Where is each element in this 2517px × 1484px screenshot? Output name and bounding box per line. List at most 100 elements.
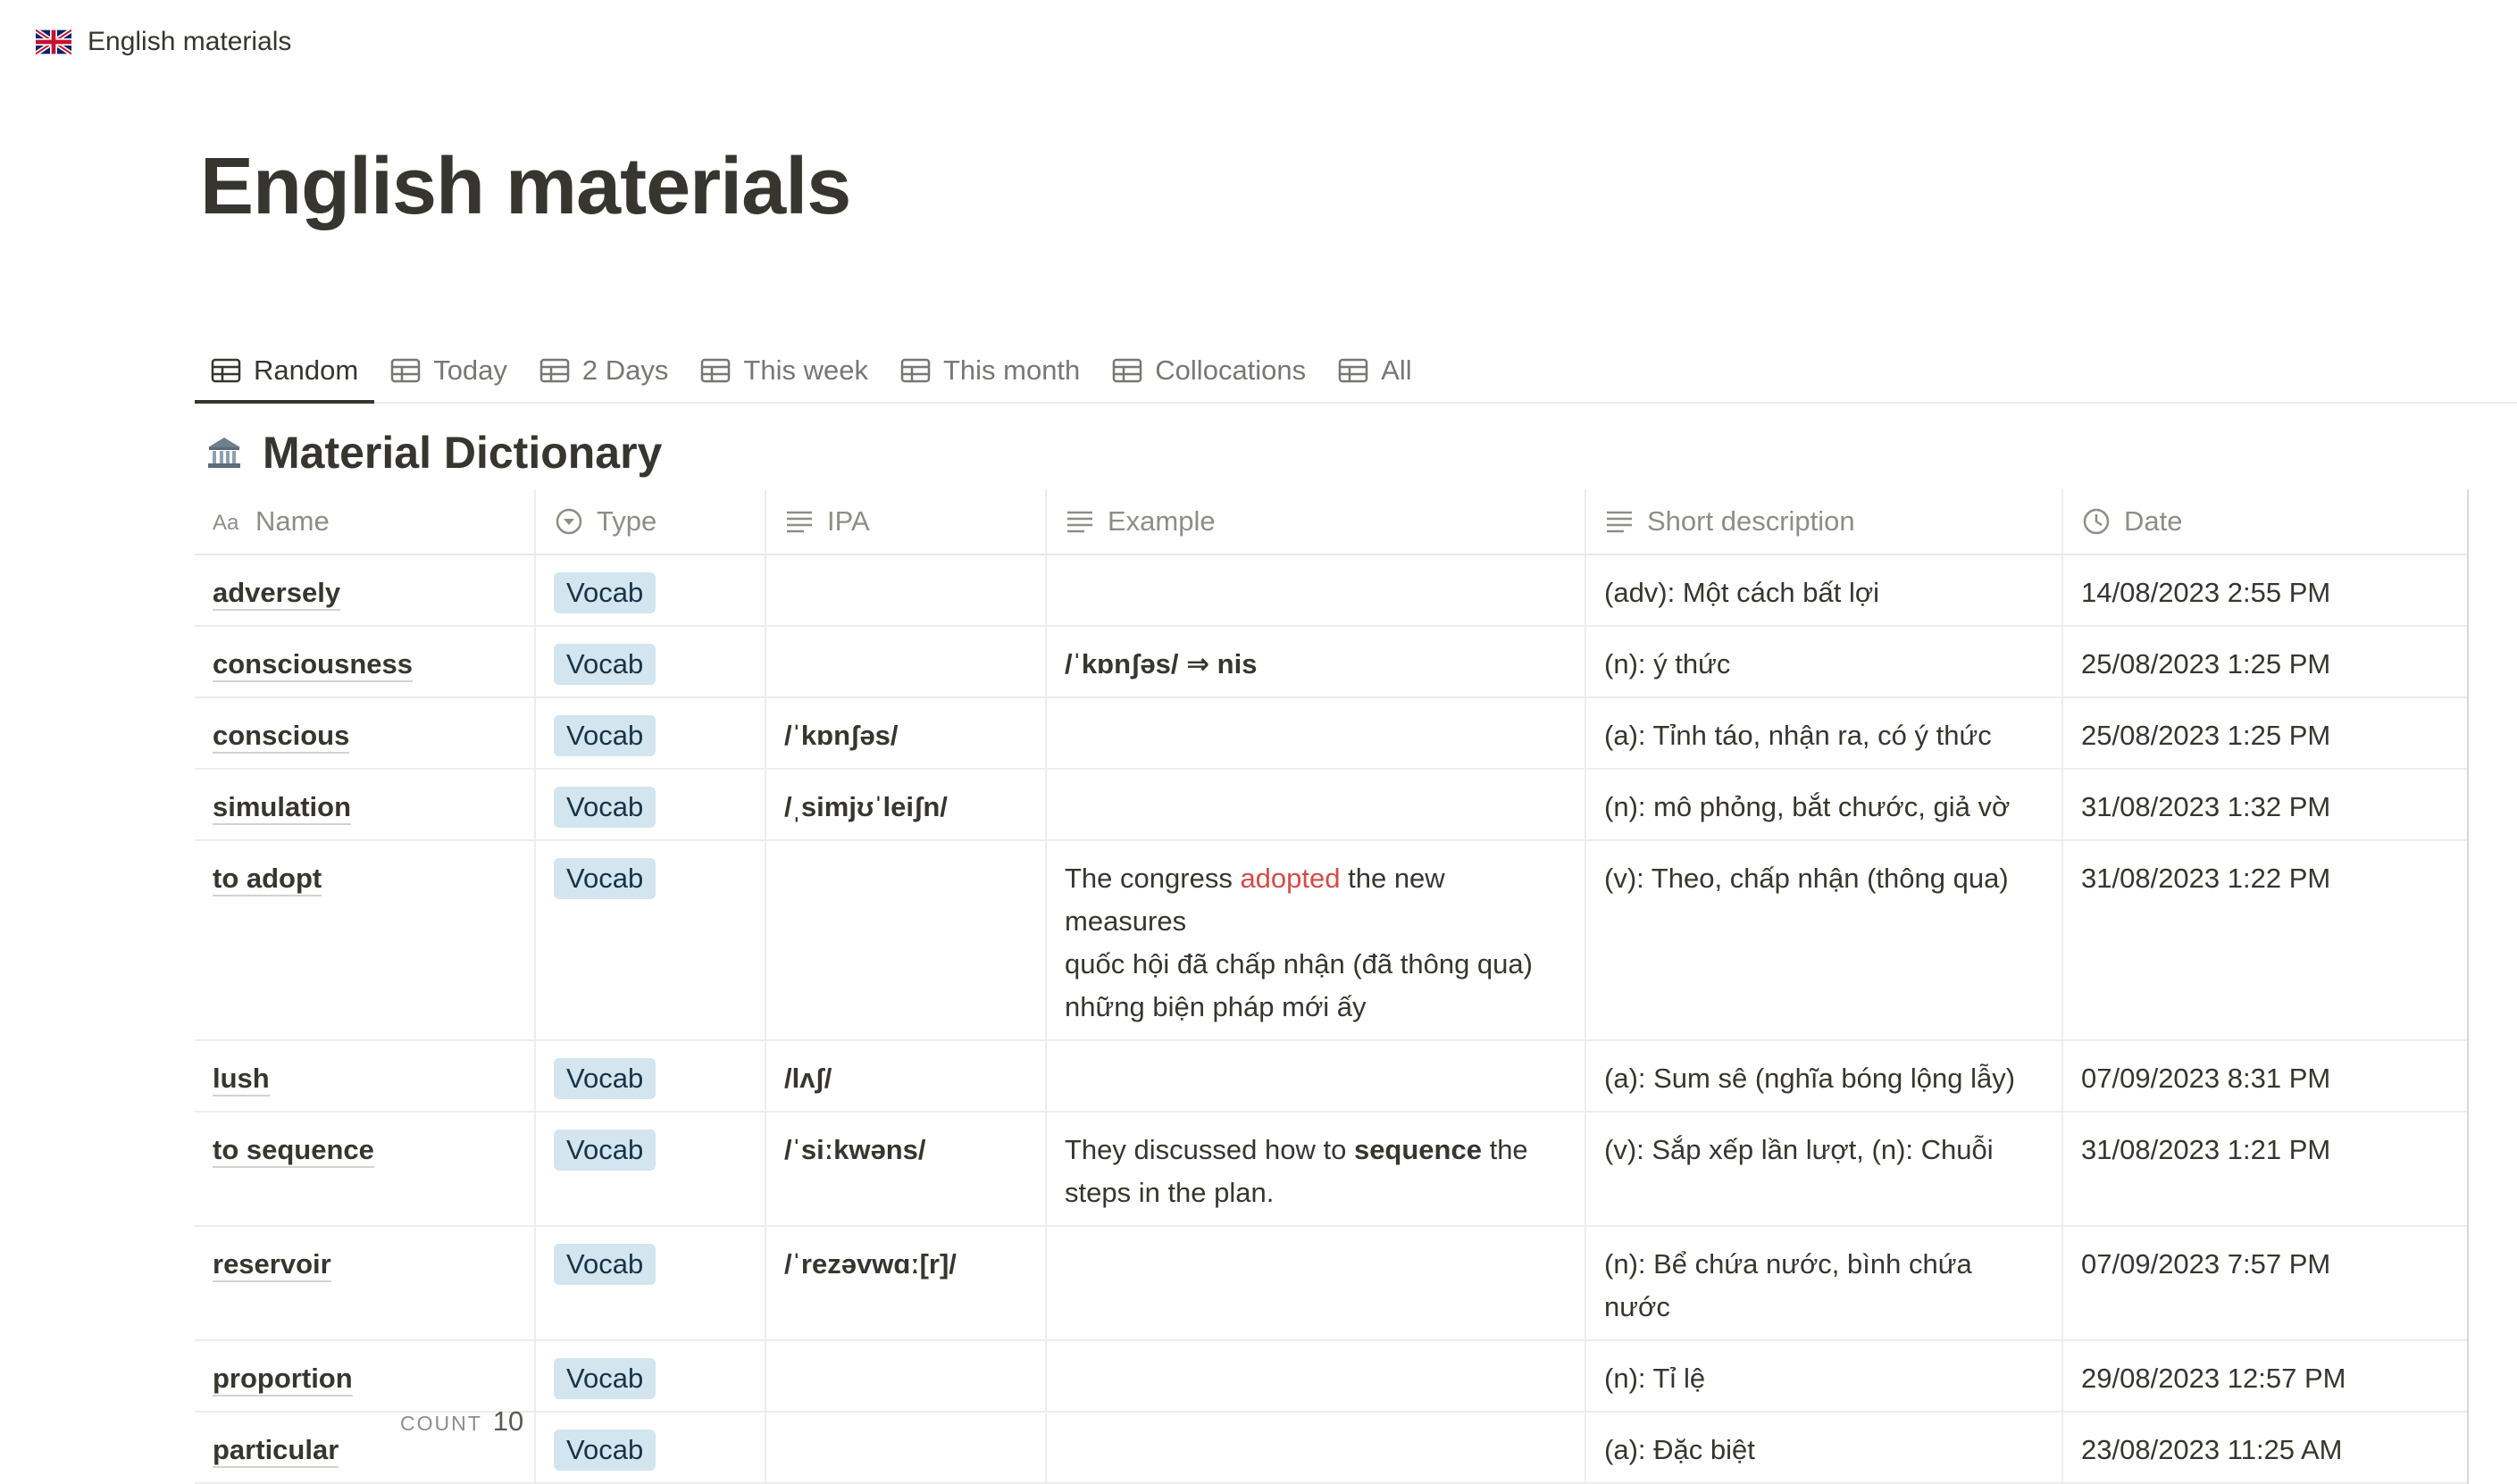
- cell-example[interactable]: [1045, 1041, 1585, 1111]
- cell-name[interactable]: simulation: [195, 770, 534, 839]
- cell-short-description[interactable]: (n): ý thức: [1585, 627, 2061, 696]
- cell-date[interactable]: 14/08/2023 2:55 PM: [2061, 555, 2467, 625]
- tab-today[interactable]: Today: [374, 339, 523, 402]
- tab-all[interactable]: All: [1322, 339, 1427, 402]
- cell-ipa[interactable]: [765, 555, 1045, 625]
- cell-date[interactable]: 31/08/2023 1:32 PM: [2061, 770, 2467, 839]
- cell-ipa[interactable]: /lʌʃ/: [765, 1041, 1045, 1111]
- database-name: Material Dictionary: [263, 428, 663, 478]
- cell-ipa[interactable]: /ˈsiːkwəns/: [765, 1113, 1045, 1225]
- cell-date[interactable]: 25/08/2023 1:25 PM: [2061, 698, 2467, 768]
- cell-example[interactable]: [1045, 698, 1585, 768]
- cell-ipa[interactable]: [765, 627, 1045, 696]
- cell-short-description[interactable]: (adv): Một cách bất lợi: [1585, 555, 2061, 625]
- cell-type[interactable]: Vocab: [534, 1413, 765, 1482]
- cell-date[interactable]: 31/08/2023 1:22 PM: [2061, 841, 2467, 1039]
- cell-example[interactable]: [1045, 555, 1585, 625]
- cell-type[interactable]: Vocab: [534, 627, 765, 696]
- table-row[interactable]: reservoir Vocab /ˈrezəvwɑː[r]/ (n): Bể c…: [195, 1227, 2467, 1341]
- type-badge: Vocab: [554, 1244, 656, 1285]
- table-row[interactable]: lush Vocab /lʌʃ/ (a): Sum sê (nghĩa bóng…: [195, 1041, 2467, 1113]
- row-title[interactable]: adversely: [213, 577, 341, 611]
- cell-name[interactable]: consciousness: [195, 627, 534, 696]
- cell-type[interactable]: Vocab: [534, 841, 765, 1039]
- table-row[interactable]: consciousness Vocab /ˈkɒnʃəs/ ⇒ nis (n):…: [195, 627, 2467, 698]
- tab-collocations[interactable]: Collocations: [1096, 339, 1322, 402]
- column-header-short-description[interactable]: Short description: [1585, 489, 2061, 554]
- cell-ipa[interactable]: /ˌsimjʊˈleiʃn/: [765, 770, 1045, 839]
- breadcrumb[interactable]: English materials: [36, 27, 291, 57]
- type-badge: Vocab: [554, 1430, 656, 1471]
- cell-short-description[interactable]: (n): Bể chứa nước, bình chứa nước: [1585, 1227, 2061, 1339]
- cell-date[interactable]: 07/09/2023 8:31 PM: [2061, 1041, 2467, 1111]
- cell-type[interactable]: Vocab: [534, 698, 765, 768]
- cell-name[interactable]: adversely: [195, 555, 534, 625]
- cell-date[interactable]: 07/09/2023 7:57 PM: [2061, 1227, 2467, 1339]
- cell-ipa[interactable]: [765, 841, 1045, 1039]
- cell-short-description[interactable]: (v): Theo, chấp nhận (thông qua): [1585, 841, 2061, 1039]
- cell-example[interactable]: /ˈkɒnʃəs/ ⇒ nis: [1045, 627, 1585, 696]
- row-title[interactable]: to adopt: [213, 863, 322, 896]
- cell-type[interactable]: Vocab: [534, 1113, 765, 1225]
- cell-ipa[interactable]: /ˈkɒnʃəs/: [765, 698, 1045, 768]
- cell-type[interactable]: Vocab: [534, 1041, 765, 1111]
- text-lines-icon: [787, 511, 812, 533]
- cell-example[interactable]: [1045, 770, 1585, 839]
- row-title[interactable]: to sequence: [213, 1134, 374, 1168]
- table-row[interactable]: proportion Vocab (n): Tỉ lệ 29/08/2023 1…: [195, 1341, 2467, 1413]
- cell-date[interactable]: 25/08/2023 1:25 PM: [2061, 627, 2467, 696]
- table-row[interactable]: adversely Vocab (adv): Một cách bất lợi …: [195, 555, 2467, 627]
- table-row[interactable]: to sequence Vocab /ˈsiːkwəns/ They discu…: [195, 1113, 2467, 1227]
- column-header-ipa[interactable]: IPA: [765, 489, 1045, 554]
- cell-ipa[interactable]: [765, 1341, 1045, 1411]
- cell-date[interactable]: 31/08/2023 1:21 PM: [2061, 1113, 2467, 1225]
- table-row[interactable]: conscious Vocab /ˈkɒnʃəs/ (a): Tỉnh táo,…: [195, 698, 2467, 770]
- cell-name[interactable]: to adopt: [195, 841, 534, 1039]
- cell-short-description[interactable]: (a): Sum sê (nghĩa bóng lộng lẫy): [1585, 1041, 2061, 1111]
- column-header-date[interactable]: Date: [2061, 489, 2467, 554]
- cell-short-description[interactable]: (a): Tỉnh táo, nhận ra, có ý thức: [1585, 698, 2061, 768]
- cell-example[interactable]: The congress adopted the new measures quố…: [1045, 841, 1585, 1039]
- table-row[interactable]: simulation Vocab /ˌsimjʊˈleiʃn/ (n): mô …: [195, 770, 2467, 841]
- cell-type[interactable]: Vocab: [534, 555, 765, 625]
- tab-random[interactable]: Random: [195, 339, 375, 404]
- row-title[interactable]: reservoir: [213, 1248, 331, 1282]
- cell-example[interactable]: They discussed how to sequence the steps…: [1045, 1113, 1585, 1225]
- column-header-name[interactable]: Aa Name: [195, 489, 534, 554]
- cell-short-description[interactable]: (a): Đặc biệt: [1585, 1413, 2061, 1482]
- row-title[interactable]: conscious: [213, 720, 350, 754]
- cell-date[interactable]: 23/08/2023 11:25 AM: [2061, 1413, 2467, 1482]
- tab-this-week[interactable]: This week: [684, 339, 884, 402]
- cell-name[interactable]: to sequence: [195, 1113, 534, 1225]
- cell-ipa[interactable]: [765, 1413, 1045, 1482]
- cell-name[interactable]: reservoir: [195, 1227, 534, 1339]
- cell-name[interactable]: proportion: [195, 1341, 534, 1411]
- cell-short-description[interactable]: (n): mô phỏng, bắt chước, giả vờ: [1585, 770, 2061, 839]
- row-count[interactable]: COUNT 10: [400, 1405, 523, 1438]
- database-title[interactable]: Material Dictionary: [205, 427, 662, 479]
- cell-type[interactable]: Vocab: [534, 1227, 765, 1339]
- cell-short-description[interactable]: (n): Tỉ lệ: [1585, 1341, 2061, 1411]
- column-header-type[interactable]: Type: [534, 489, 765, 554]
- cell-example[interactable]: [1045, 1413, 1585, 1482]
- table-row[interactable]: particular Vocab (a): Đặc biệt 23/08/202…: [195, 1413, 2467, 1484]
- row-title[interactable]: simulation: [213, 791, 352, 825]
- row-title[interactable]: particular: [213, 1434, 339, 1468]
- table-row[interactable]: to adopt Vocab The congress adopted the …: [195, 841, 2467, 1041]
- cell-type[interactable]: Vocab: [534, 1341, 765, 1411]
- cell-name[interactable]: conscious: [195, 698, 534, 768]
- cell-name[interactable]: lush: [195, 1041, 534, 1111]
- cell-example[interactable]: [1045, 1227, 1585, 1339]
- cell-type[interactable]: Vocab: [534, 770, 765, 839]
- column-header-example[interactable]: Example: [1045, 489, 1585, 554]
- page-title[interactable]: English materials: [200, 141, 851, 233]
- cell-short-description[interactable]: (v): Sắp xếp lần lượt, (n): Chuỗi: [1585, 1113, 2061, 1225]
- tab-this-month[interactable]: This month: [884, 339, 1096, 402]
- row-title[interactable]: lush: [213, 1063, 270, 1096]
- cell-ipa[interactable]: /ˈrezəvwɑː[r]/: [765, 1227, 1045, 1339]
- row-title[interactable]: consciousness: [213, 648, 413, 682]
- tab-2-days[interactable]: 2 Days: [523, 339, 684, 402]
- cell-example[interactable]: [1045, 1341, 1585, 1411]
- row-title[interactable]: proportion: [213, 1363, 353, 1396]
- cell-date[interactable]: 29/08/2023 12:57 PM: [2061, 1341, 2467, 1411]
